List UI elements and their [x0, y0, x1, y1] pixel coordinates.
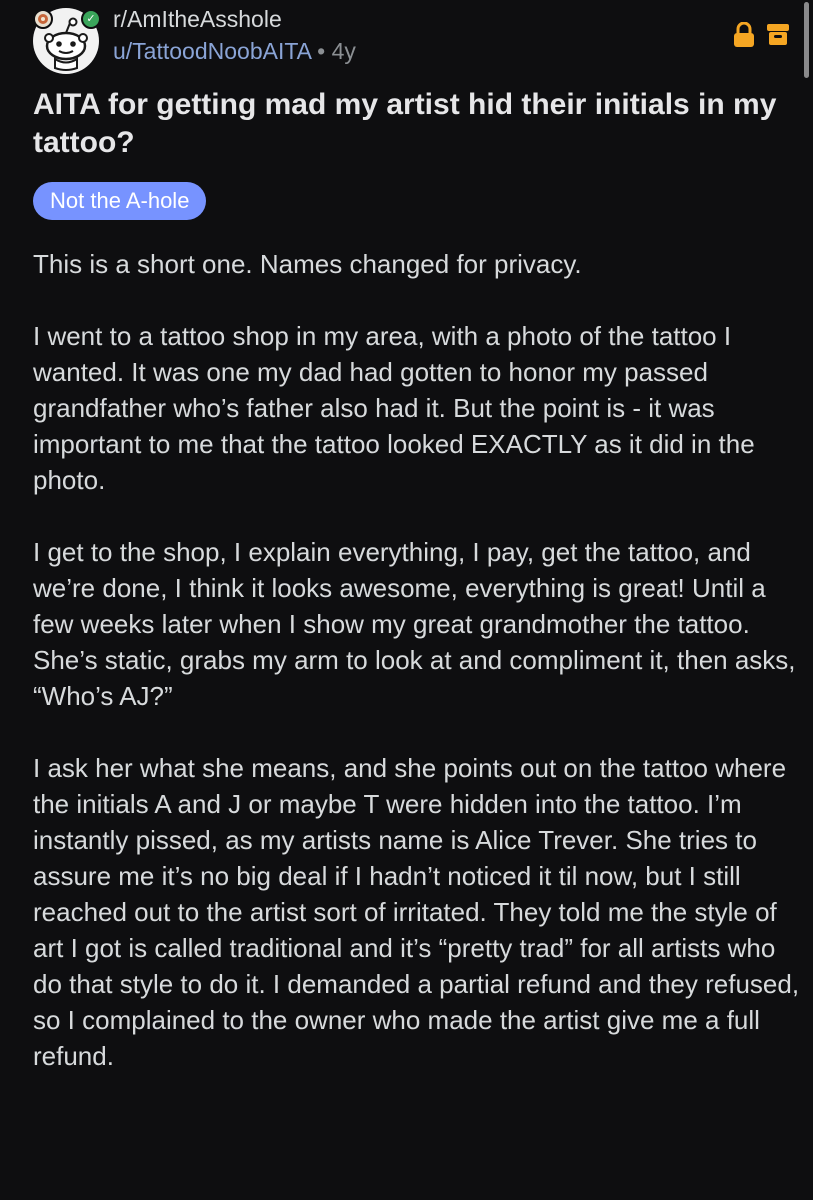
post-header: ✓ r/AmItheAsshole u/TattoodNoobAITA • 4y: [33, 0, 803, 80]
post-title: AITA for getting mad my artist hid their…: [33, 88, 777, 159]
archive-icon: [767, 24, 789, 45]
author-line: u/TattoodNoobAITA • 4y: [113, 38, 356, 65]
post-flair[interactable]: Not the A-hole: [33, 182, 207, 220]
post-body: This is a short one. Names changed for p…: [33, 246, 803, 1110]
post-paragraph: I get to the shop, I explain everything,…: [33, 537, 796, 711]
post-paragraph: This is a short one. Names changed for p…: [33, 249, 582, 279]
checkmark-icon: ✓: [81, 9, 101, 29]
author-username[interactable]: u/TattoodNoobAITA: [113, 38, 311, 64]
subreddit-name[interactable]: r/AmItheAsshole: [113, 6, 282, 33]
scrollbar[interactable]: [804, 2, 809, 78]
award-badge-icon: [33, 9, 53, 29]
lock-icon: [734, 22, 754, 47]
post-paragraph: I ask her what she means, and she points…: [33, 753, 800, 1071]
post-paragraph: I went to a tattoo shop in my area, with…: [33, 321, 755, 495]
separator-dot: •: [317, 38, 326, 64]
post-age: 4y: [331, 38, 356, 64]
